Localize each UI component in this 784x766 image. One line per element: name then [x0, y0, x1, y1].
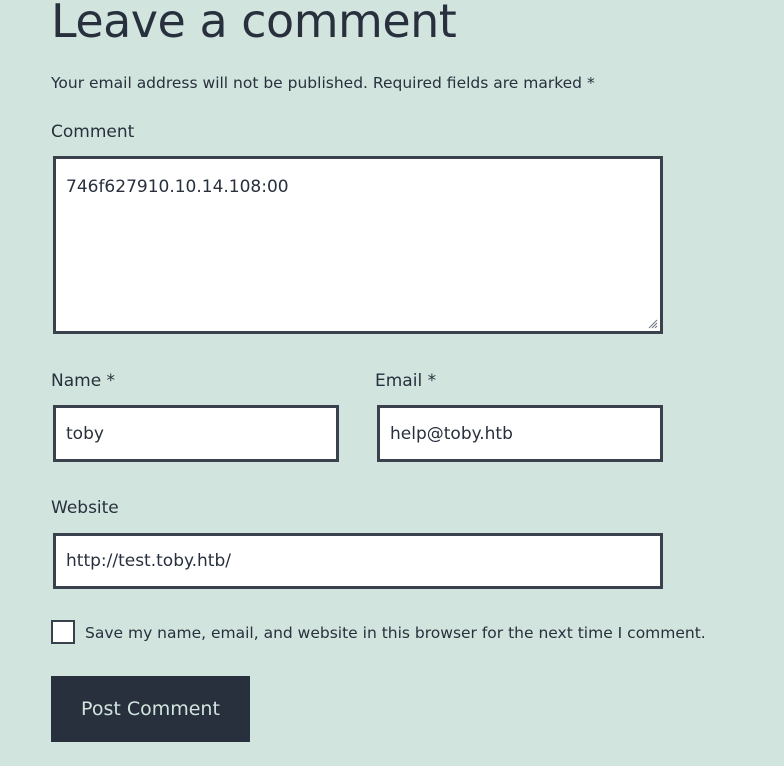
save-info-checkbox[interactable] [51, 620, 75, 644]
website-label: Website [51, 498, 119, 518]
comment-notes: Your email address will not be published… [51, 74, 595, 92]
email-label: Email * [375, 371, 437, 391]
email-field[interactable] [377, 405, 663, 462]
reply-title: Leave a comment [51, 0, 457, 48]
website-field[interactable] [53, 533, 663, 589]
save-info-label: Save my name, email, and website in this… [85, 624, 706, 642]
resize-grip-icon[interactable] [648, 319, 658, 329]
comment-textarea[interactable]: 746f627910.10.14.108:00 [53, 156, 663, 334]
comment-label: Comment [51, 122, 135, 142]
name-label: Name * [51, 371, 116, 391]
post-comment-button[interactable]: Post Comment [51, 676, 250, 742]
name-field[interactable] [53, 405, 339, 462]
